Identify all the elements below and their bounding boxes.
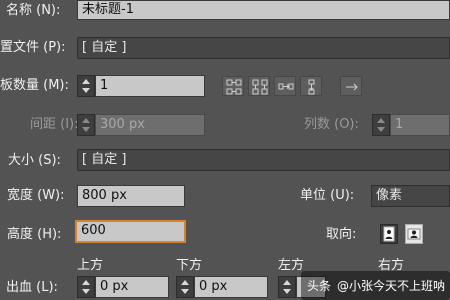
columns-label: 列数 (O): [304,117,359,132]
arrange-by-column-icon[interactable] [300,76,322,96]
columns-input: 1 [390,114,450,136]
width-label: 宽度 (W): [7,188,65,203]
artboards-stepper[interactable] [77,75,95,97]
grid-by-row-icon[interactable] [222,76,244,96]
portrait-icon[interactable] [380,224,398,244]
size-value: [ 自定 ] [82,152,127,167]
watermark: 头条 @小张今天不上班呐 [301,271,450,300]
profile-value: [ 自定 ] [82,40,127,55]
arrange-by-row-icon[interactable] [274,76,296,96]
bleed-bottom-stepper[interactable] [176,276,194,298]
bleed-bottom-label: 下方 [176,258,203,273]
artboards-input[interactable]: 1 [95,75,205,97]
units-value: 像素 [376,188,403,203]
size-label: 大小 (S): [8,153,61,168]
spacing-stepper [77,114,95,136]
width-input[interactable]: 800 px [77,185,185,207]
spacing-label: 间距 (I): [30,117,79,132]
bleed-top-stepper[interactable] [77,276,95,298]
right-to-left-icon[interactable] [340,76,362,96]
bleed-top-input[interactable]: 0 px [95,276,169,298]
name-label: 名称 (N): [6,3,61,18]
bleed-label: 出血 (L): [6,280,58,295]
orientation-label: 取向: [326,227,357,242]
artboards-label: 板数量 (M): [0,78,69,93]
name-input[interactable]: 未标题-1 [77,0,450,20]
height-label: 高度 (H): [7,227,62,242]
profile-dropdown[interactable]: [ 自定 ] [77,37,450,59]
watermark-source: 头条 [307,279,332,293]
columns-stepper [372,114,390,136]
bleed-left-stepper[interactable] [278,276,296,298]
units-label: 单位 (U): [300,188,355,203]
profile-label: 置文件 (P): [0,40,66,55]
grid-by-column-icon[interactable] [248,76,270,96]
units-dropdown[interactable]: 像素 [371,185,450,207]
size-dropdown[interactable]: [ 自定 ] [77,149,450,171]
bleed-bottom-input[interactable]: 0 px [194,276,268,298]
height-input[interactable]: 600 [75,220,186,243]
watermark-author: @小张今天不上班呐 [337,279,446,293]
bleed-left-label: 左方 [278,258,305,273]
spacing-input: 300 px [95,114,205,136]
landscape-icon[interactable] [405,224,423,244]
bleed-top-label: 上方 [77,258,104,273]
